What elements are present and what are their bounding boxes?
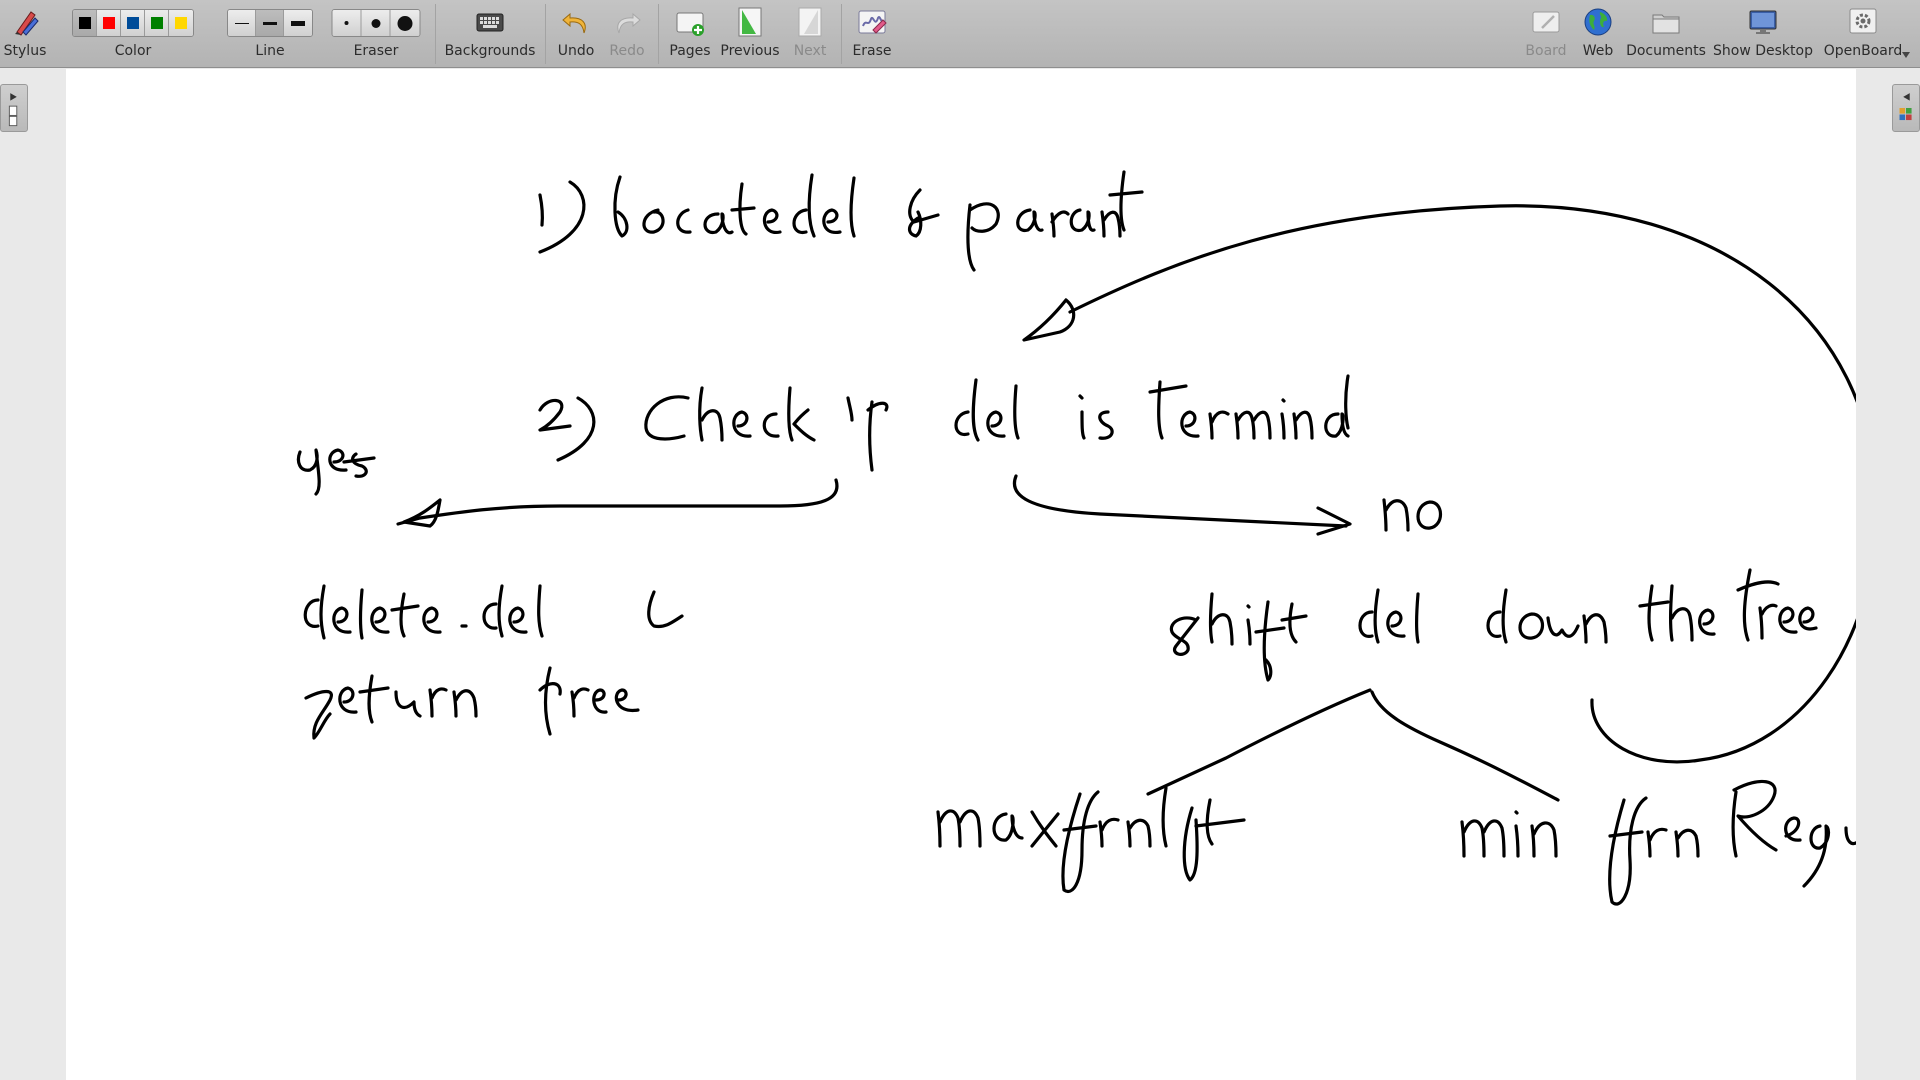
ink-max-from-left <box>936 786 1246 893</box>
stylus-button[interactable]: Stylus <box>0 0 50 68</box>
line-label: Line <box>255 43 285 59</box>
erase-button[interactable]: Erase <box>846 0 898 68</box>
documents-label: Documents <box>1626 43 1706 59</box>
ink-line-1 <box>538 170 1144 272</box>
folder-icon <box>1652 14 1680 34</box>
backgrounds-label: Backgrounds <box>444 43 536 59</box>
color-blue-swatch[interactable] <box>121 10 145 36</box>
undo-label: Undo <box>557 43 595 59</box>
left-palette-toggle[interactable] <box>0 84 28 132</box>
board-button[interactable]: Board <box>1520 0 1572 68</box>
line-group: Line <box>222 0 318 68</box>
color-palette <box>72 9 194 37</box>
keyboard-icon <box>476 13 504 32</box>
ink-min-from-right <box>1460 779 1856 906</box>
eraser-medium-button[interactable] <box>361 10 391 36</box>
show-desktop-button[interactable]: Show Desktop <box>1712 0 1814 68</box>
arrow-no-right <box>1012 474 1352 536</box>
eraser-small-button[interactable] <box>332 10 362 36</box>
branch-lines <box>1146 688 1560 802</box>
color-group: Color <box>58 0 208 68</box>
color-black-swatch[interactable] <box>73 10 97 36</box>
previous-label: Previous <box>720 43 780 59</box>
stylus-icon <box>15 11 39 36</box>
whiteboard-canvas[interactable] <box>66 69 1856 1080</box>
eraser-label: Eraser <box>353 43 399 59</box>
undo-arrow-icon <box>562 12 586 34</box>
show-desktop-label: Show Desktop <box>1713 43 1813 59</box>
pages-label: Pages <box>669 43 711 59</box>
ink-delete-del <box>303 584 684 640</box>
stylus-label: Stylus <box>3 43 47 59</box>
next-label: Next <box>793 43 827 59</box>
openboard-label: OpenBoard <box>1823 43 1903 59</box>
backgrounds-button[interactable]: Backgrounds <box>440 0 540 68</box>
redo-button[interactable]: Redo <box>602 0 652 68</box>
pages-button[interactable]: Pages <box>663 0 717 68</box>
toolbar-separator <box>545 4 546 64</box>
gear-icon <box>1849 8 1877 34</box>
ink-line-2 <box>538 374 1350 472</box>
erase-board-icon <box>858 10 887 34</box>
eraser-group: Eraser <box>330 0 422 68</box>
line-medium-button[interactable] <box>256 10 284 36</box>
pages-panel-icon <box>8 93 18 127</box>
board-label: Board <box>1525 43 1567 59</box>
handwritten-ink <box>296 170 1856 906</box>
web-label: Web <box>1582 43 1614 59</box>
toolbar-separator <box>841 4 842 64</box>
web-button[interactable]: Web <box>1574 0 1622 68</box>
openboard-menu-button[interactable]: OpenBoard <box>1818 0 1910 68</box>
next-page-icon <box>798 7 822 37</box>
eraser-size-selector <box>331 9 421 37</box>
line-thick-button[interactable] <box>284 10 312 36</box>
undo-button[interactable]: Undo <box>551 0 601 68</box>
toolbar-separator <box>658 4 659 64</box>
arrow-loop-back <box>1022 204 1856 764</box>
line-width-selector <box>227 9 313 37</box>
chevron-down-icon <box>1902 52 1910 58</box>
line-thin-button[interactable] <box>228 10 256 36</box>
ink-no <box>1382 498 1443 532</box>
toolbar-separator <box>435 4 436 64</box>
color-red-swatch[interactable] <box>97 10 121 36</box>
ink-yes <box>296 448 376 496</box>
ink-return-tree <box>304 666 640 740</box>
monitor-icon <box>1749 10 1777 34</box>
redo-label: Redo <box>609 43 645 59</box>
erase-label: Erase <box>852 43 892 59</box>
next-button[interactable]: Next <box>785 0 835 68</box>
color-yellow-swatch[interactable] <box>169 10 193 36</box>
redo-arrow-icon <box>617 12 641 34</box>
documents-button[interactable]: Documents <box>1622 0 1710 68</box>
main-toolbar: Stylus Color Line Eraser Backgrounds Und… <box>0 0 1920 68</box>
add-page-icon <box>676 12 704 36</box>
previous-page-icon <box>738 7 762 37</box>
color-green-swatch[interactable] <box>145 10 169 36</box>
color-label: Color <box>114 43 152 59</box>
eraser-large-button[interactable] <box>390 10 420 36</box>
right-palette-toggle[interactable] <box>1892 84 1920 132</box>
arrow-yes-left <box>396 478 839 528</box>
globe-icon <box>1584 8 1612 36</box>
board-icon <box>1532 11 1560 33</box>
ink-shift-del <box>1169 568 1818 682</box>
library-panel-icon <box>1899 93 1912 121</box>
previous-button[interactable]: Previous <box>718 0 782 68</box>
